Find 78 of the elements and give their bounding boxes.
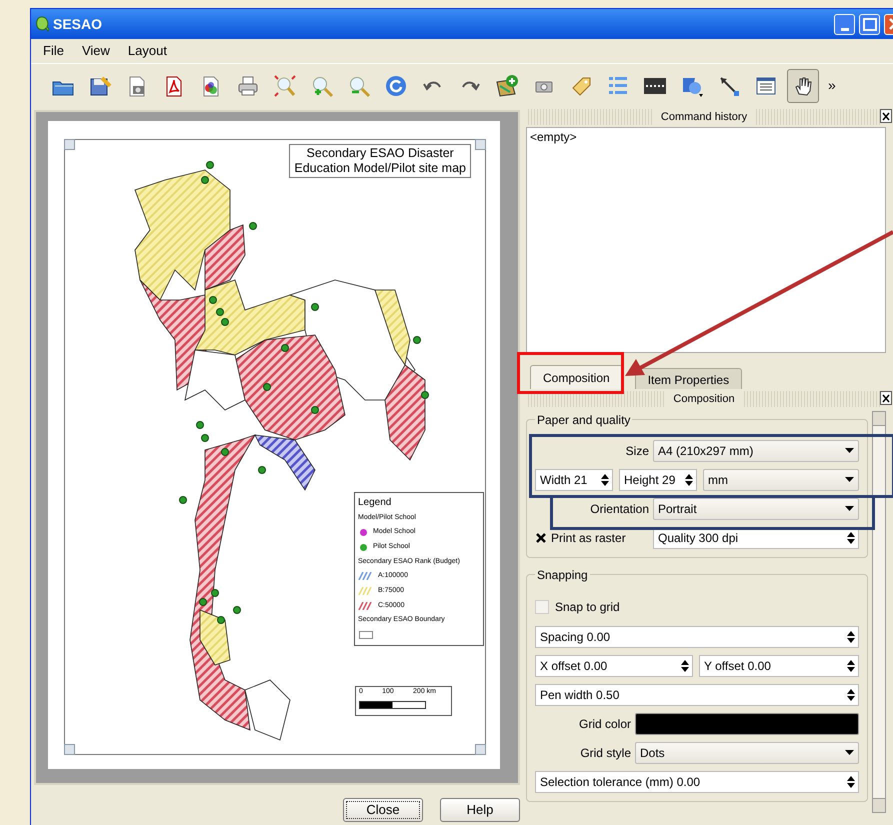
map-plus-icon: [495, 74, 519, 98]
field-label: Grid color: [578, 716, 631, 733]
refresh-icon: [384, 74, 408, 98]
color-swatch-button[interactable]: [635, 713, 859, 735]
dock-title: Composition: [665, 390, 743, 408]
checkbox-label: Snap to grid: [555, 599, 620, 616]
spin-value: Y offset 0.00: [704, 658, 771, 675]
menu-item[interactable]: File: [43, 41, 64, 61]
spin-arrows-icon: [846, 687, 856, 703]
caret-icon: [845, 506, 854, 512]
dock-close-button[interactable]: [880, 391, 892, 405]
spin-box[interactable]: Pen width 0.50: [535, 684, 859, 706]
field-label: Orientation: [589, 501, 649, 518]
spin-box[interactable]: Spacing 0.00: [535, 626, 859, 648]
dropdown-value: Dots: [640, 745, 665, 762]
spin-box[interactable]: Width 21: [535, 469, 613, 491]
overflow-chevron[interactable]: »: [828, 75, 836, 96]
history-item[interactable]: <empty>: [530, 128, 882, 146]
resize-handle[interactable]: [475, 139, 486, 150]
spin-box[interactable]: X offset 0.00: [535, 655, 693, 677]
window-title: SESAO: [53, 14, 102, 34]
resize-handle[interactable]: [64, 744, 75, 755]
spin-box[interactable]: Y offset 0.00: [699, 655, 859, 677]
spin-box[interactable]: Selection tolerance (mm) 0.00: [535, 771, 859, 793]
menu-item[interactable]: View: [82, 41, 110, 61]
map-title-line: Secondary ESAO Disaster: [306, 146, 455, 161]
maximize-button[interactable]: [859, 14, 880, 34]
dropdown-value: A4 (210x297 mm): [658, 443, 754, 460]
magnifier-arrows-icon: [273, 74, 297, 98]
spin-value: Width 21: [540, 472, 588, 489]
spin-arrows-icon: [680, 658, 690, 674]
caret-icon: [845, 477, 854, 483]
spin-arrows-icon: [846, 774, 856, 790]
legend-title: Legend: [358, 496, 392, 510]
dropdown[interactable]: Dots: [635, 742, 859, 764]
dialog-button[interactable]: Help: [440, 798, 520, 822]
app-logo-icon: [35, 16, 49, 32]
spin-value: Pen width 0.50: [540, 687, 620, 704]
spin-box[interactable]: Height 29: [619, 469, 697, 491]
minimize-icon: [840, 28, 848, 30]
resize-handle[interactable]: [64, 139, 75, 150]
printer-icon: [236, 74, 260, 98]
minimize-button[interactable]: [834, 14, 855, 34]
spin-arrows-icon: [846, 629, 856, 645]
spin-arrows-icon: [684, 472, 694, 488]
toolbar-button[interactable]: [787, 68, 819, 102]
spin-value: Quality 300 dpi: [658, 530, 738, 547]
checkbox-label: Print as raster: [551, 530, 626, 547]
map-title-line: Education Model/Pilot site map: [294, 161, 466, 176]
maximize-icon: [862, 18, 876, 30]
spin-value: Selection tolerance (mm) 0.00: [540, 774, 700, 791]
dropdown-value: Portrait: [658, 501, 697, 518]
field-label: Size: [624, 443, 649, 460]
dock-close-button[interactable]: [880, 109, 892, 123]
boundary-swatch: [359, 630, 373, 638]
field-label: Grid style: [579, 745, 631, 762]
caret-icon: [845, 448, 854, 454]
spin-value: Height 29: [624, 472, 676, 489]
caret-icon: [845, 750, 854, 756]
tab[interactable]: Composition: [530, 365, 623, 389]
dropdown[interactable]: A4 (210x297 mm): [653, 440, 859, 462]
spin-value: Spacing 0.00: [540, 629, 610, 646]
x-check-icon: [536, 533, 546, 543]
dropdown[interactable]: Portrait: [653, 498, 859, 520]
resize-handle[interactable]: [475, 744, 486, 755]
tab[interactable]: Item Properties: [634, 368, 742, 389]
scale-bar: [359, 700, 426, 708]
disk-pencil-icon: [88, 74, 112, 98]
checkbox[interactable]: [535, 532, 547, 544]
dialog-button[interactable]: Close: [343, 798, 423, 822]
dropdown[interactable]: mm: [703, 469, 859, 491]
dock-title: Command history: [652, 108, 756, 126]
spin-arrows-icon: [846, 530, 856, 546]
menu-item[interactable]: Layout: [128, 41, 167, 61]
spin-value: X offset 0.00: [540, 658, 608, 675]
spin-arrows-icon: [846, 658, 856, 674]
dropdown-value: mm: [708, 472, 728, 489]
spin-arrows-icon: [600, 472, 610, 488]
